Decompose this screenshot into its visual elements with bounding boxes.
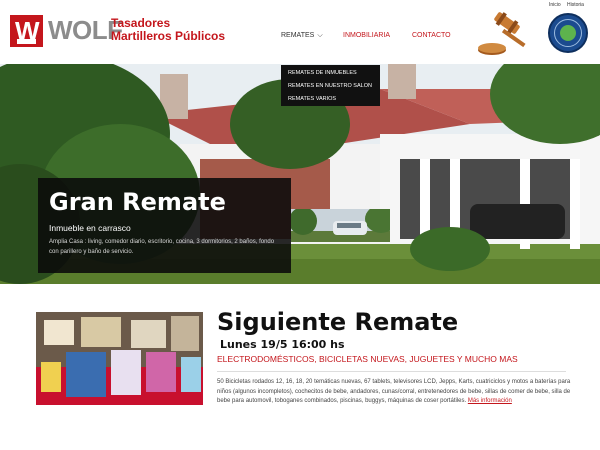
next-auction-date: Lunes 19/5 16:00 hs xyxy=(220,338,345,351)
dropdown-item-inmuebles[interactable]: REMATES DE INMUEBLES xyxy=(288,69,357,77)
next-auction-title: Siguiente Remate xyxy=(217,308,459,336)
nav-contacto[interactable]: CONTACTO xyxy=(412,32,451,44)
remates-dropdown-menu: REMATES DE INMUEBLES REMATES EN NUESTRO … xyxy=(281,65,380,106)
toys-photo xyxy=(36,312,203,405)
brand-tagline-2: Martilleros Públicos xyxy=(111,29,226,43)
nav-remates-label: REMATES xyxy=(281,32,315,39)
hero-thumbnail-image[interactable] xyxy=(291,209,390,242)
nav-remates[interactable]: REMATES ⌵ xyxy=(281,32,323,44)
hero-caption: Gran Remate Inmueble en carrasco Amplia … xyxy=(38,178,291,273)
next-auction-description: 50 Bicicletas rodados 12, 16, 18, 20 tem… xyxy=(217,378,572,407)
dropdown-item-salon[interactable]: REMATES EN NUESTRO SALON xyxy=(288,82,372,90)
next-auction-description-text: 50 Bicicletas rodados 12, 16, 18, 20 tem… xyxy=(217,379,571,404)
link-historia[interactable]: Historia xyxy=(567,2,584,8)
more-info-link[interactable]: Más información xyxy=(468,398,512,404)
next-auction-categories: ELECTRODOMÉSTICOS, BICICLETAS NUEVAS, JU… xyxy=(217,354,518,364)
page: W WOLF Tasadores Martilleros Públicos RE… xyxy=(0,0,600,450)
logo-bar xyxy=(17,39,36,44)
divider xyxy=(217,371,566,372)
seal-emblem xyxy=(548,13,588,53)
logo[interactable]: W xyxy=(10,15,43,47)
site-header: W WOLF Tasadores Martilleros Públicos RE… xyxy=(0,0,600,64)
nav-inmobiliaria[interactable]: INMOBILIARIA xyxy=(343,32,390,44)
chevron-down-icon: ⌵ xyxy=(317,32,323,39)
hero-title: Gran Remate xyxy=(49,188,226,216)
hero-subtitle: Inmueble en carrasco xyxy=(49,223,131,233)
dropdown-item-varios[interactable]: REMATES VARIOS xyxy=(288,95,336,103)
link-inicio[interactable]: Inicio xyxy=(549,2,561,8)
seal-center xyxy=(560,25,576,41)
hero-description: Amplia Casa : living, comedor diario, es… xyxy=(49,239,275,255)
gavel-icon xyxy=(478,12,526,55)
